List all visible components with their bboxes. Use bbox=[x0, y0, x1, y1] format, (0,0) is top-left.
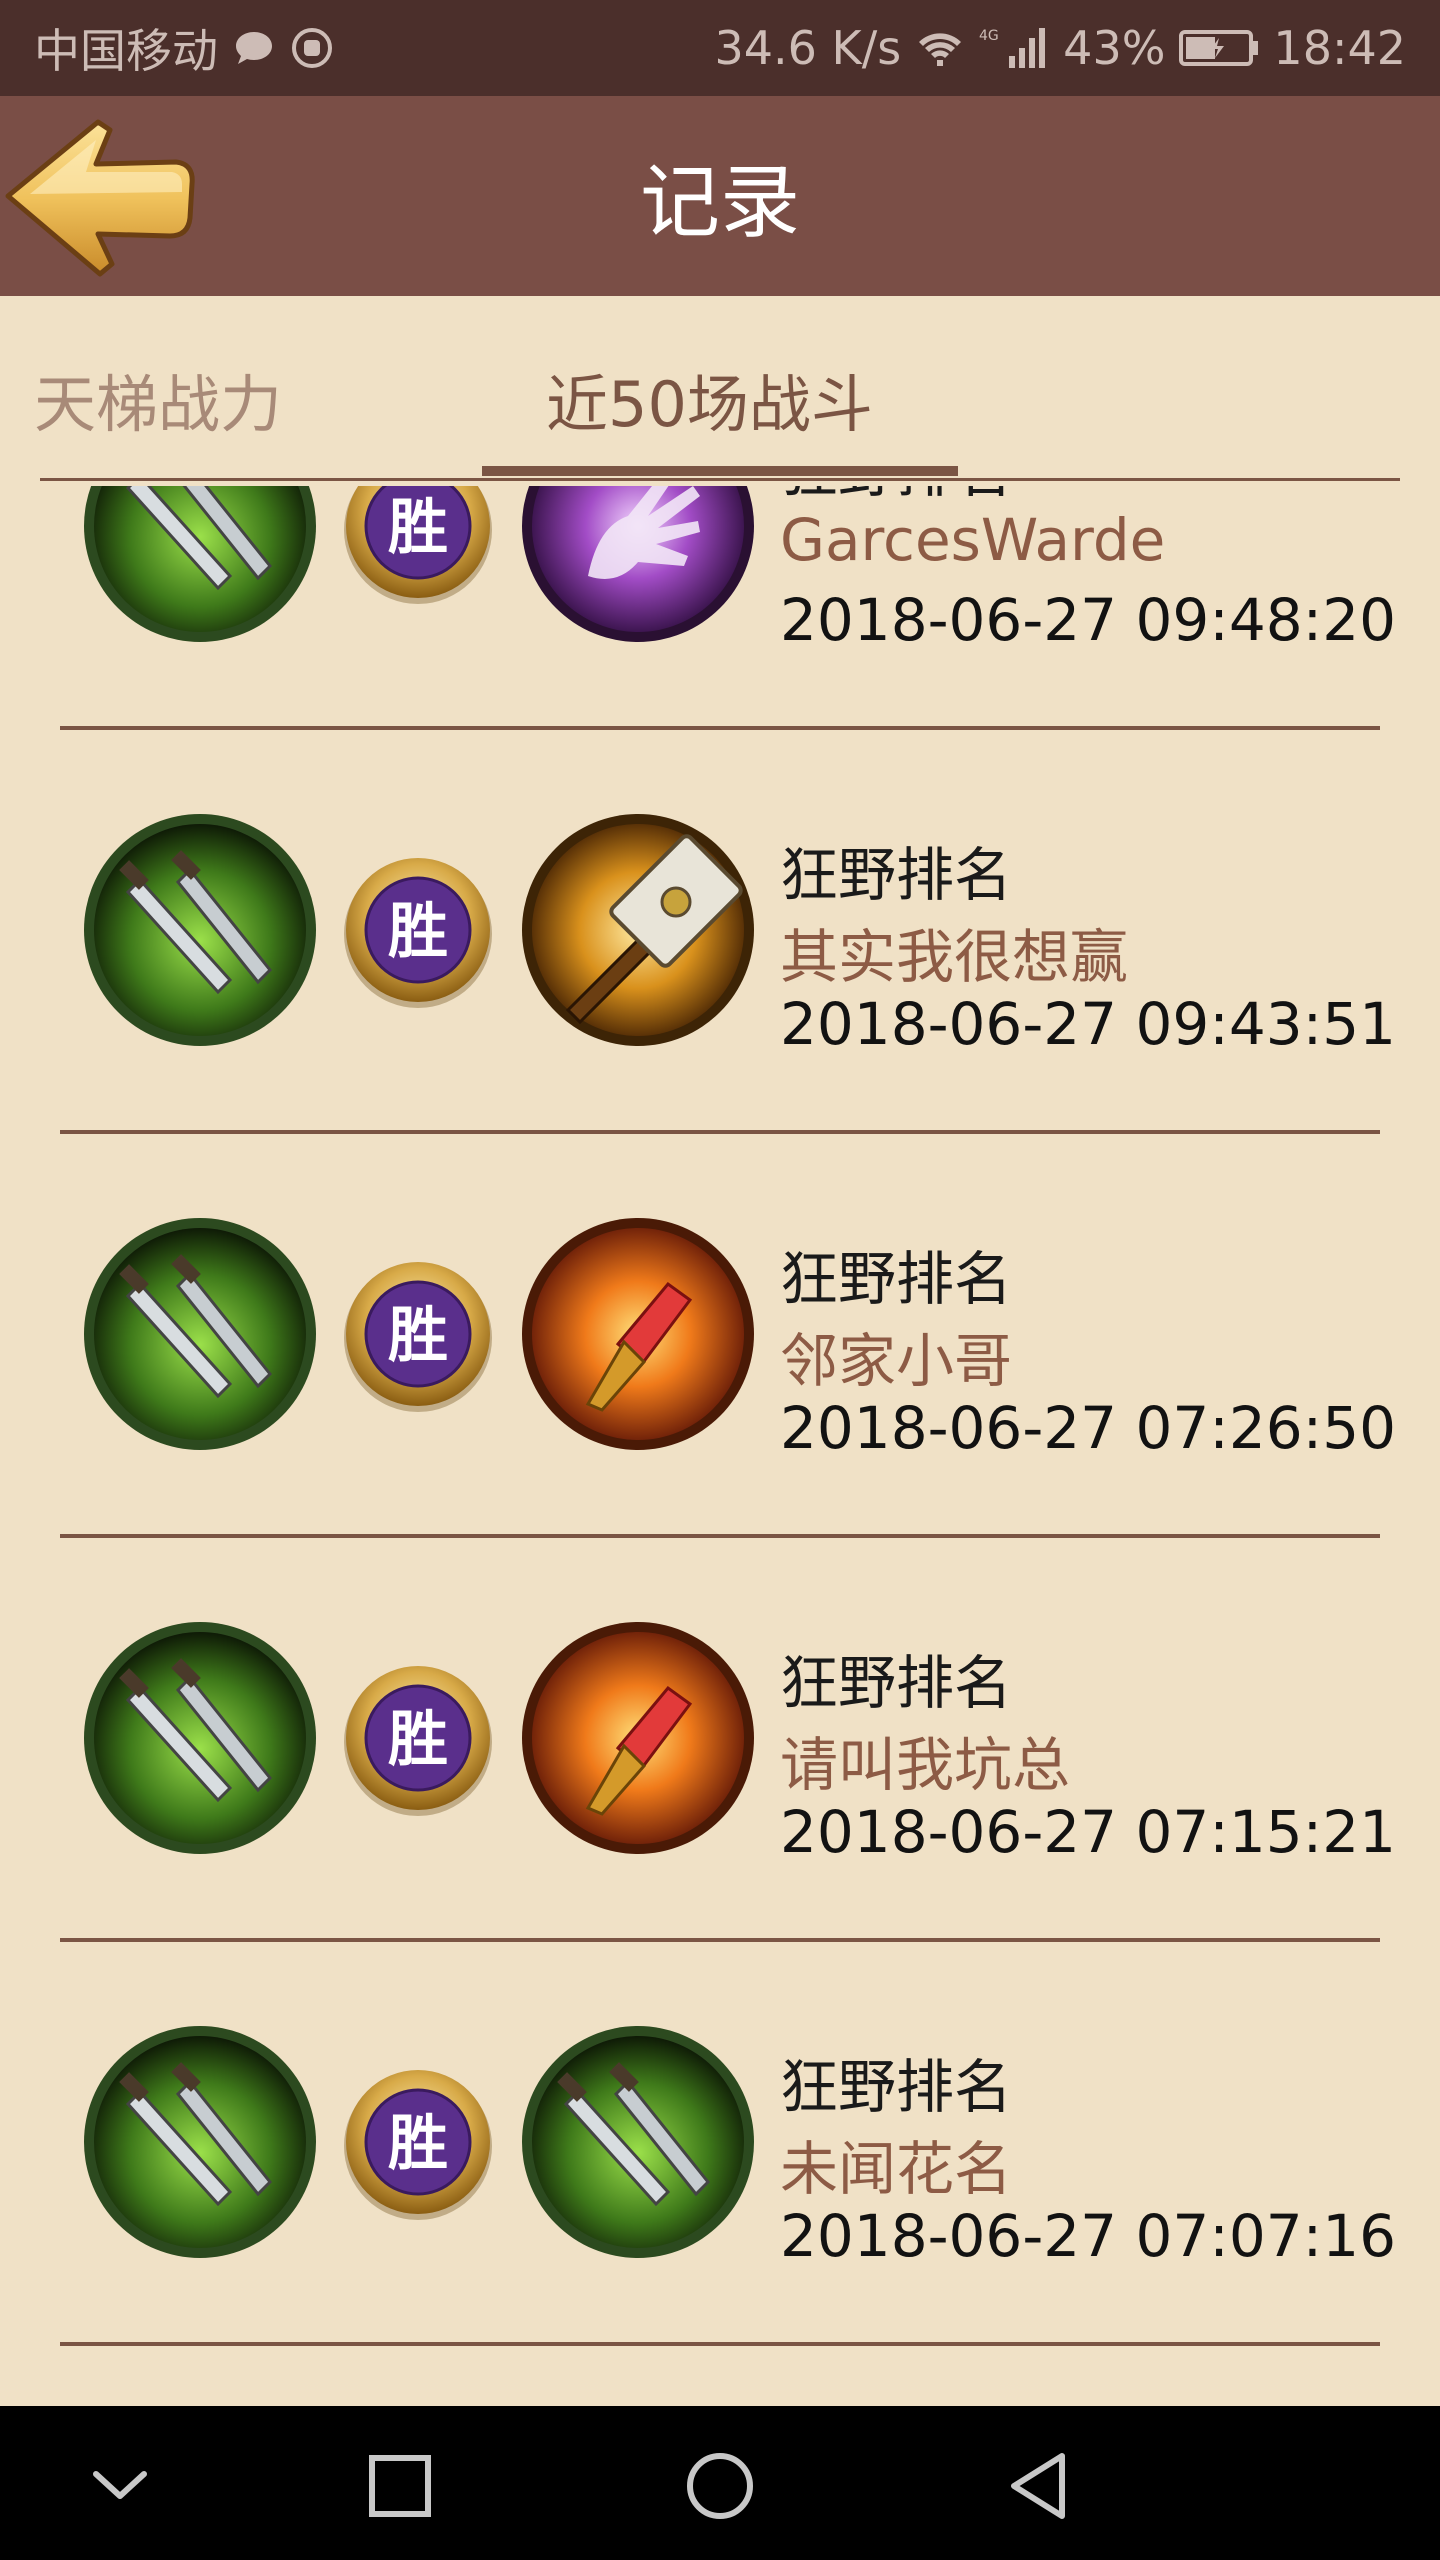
battle-time: 2018-06-27 07:26:50 bbox=[780, 1394, 1396, 1462]
list-item[interactable]: 胜 狂野排名 邻家小哥 2018-06-27 07:26:50 bbox=[0, 1132, 1440, 1538]
hand-icon bbox=[290, 26, 334, 70]
blades-icon bbox=[80, 1214, 320, 1454]
nav-home-icon[interactable] bbox=[680, 2446, 760, 2526]
result-label: 胜 bbox=[388, 1301, 448, 1371]
game-mode: 狂野排名 bbox=[780, 486, 1012, 508]
opponent-name: 其实我很想赢 bbox=[780, 923, 1129, 991]
hammer-icon bbox=[518, 810, 758, 1050]
win-badge: 胜 bbox=[340, 854, 496, 1010]
opponent-name: 未闻花名 bbox=[780, 2135, 1013, 2203]
signal-icon: 4G bbox=[979, 26, 1049, 70]
blades-icon bbox=[80, 1618, 320, 1858]
opponent-name: 请叫我坑总 bbox=[780, 1731, 1071, 1799]
fire-crystal-icon bbox=[518, 1618, 758, 1858]
clock: 18:42 bbox=[1273, 21, 1406, 75]
blades-icon bbox=[80, 810, 320, 1050]
blades-icon bbox=[518, 2022, 758, 2262]
system-nav-bar bbox=[0, 2406, 1440, 2560]
network-speed: 34.6 K/s bbox=[714, 21, 902, 75]
list-item[interactable]: 胜 狂野排名 其实我很想赢 2018-06-27 09:43:51 bbox=[0, 728, 1440, 1134]
battle-time: 2018-06-27 07:15:21 bbox=[780, 1798, 1396, 1866]
nav-down-icon[interactable] bbox=[80, 2446, 160, 2526]
nav-back-icon[interactable] bbox=[1000, 2446, 1080, 2526]
blades-icon bbox=[80, 2022, 320, 2262]
active-tab-indicator bbox=[482, 466, 958, 476]
carrier-label: 中国移动 bbox=[34, 24, 218, 78]
tabs-divider bbox=[40, 478, 1400, 481]
list-item[interactable]: 胜 狂野排名 请叫我坑总 2018-06-27 07:15:21 bbox=[0, 1536, 1440, 1942]
game-mode: 狂野排名 bbox=[780, 1649, 1013, 1717]
network-type-label: 4G bbox=[979, 28, 999, 44]
result-label: 胜 bbox=[388, 2109, 448, 2179]
battle-time: 2018-06-27 07:07:16 bbox=[780, 2202, 1396, 2270]
opponent-name: GarcesWarde bbox=[780, 506, 1166, 574]
tab-ladder-power[interactable]: 天梯战力 bbox=[34, 354, 282, 444]
status-bar: 中国移动 34.6 K/s 4G 43% 18:42 bbox=[0, 0, 1440, 96]
battle-time: 2018-06-27 09:48:20 bbox=[780, 586, 1396, 654]
fire-crystal-icon bbox=[518, 1214, 758, 1454]
page-title: 记录 bbox=[640, 156, 800, 249]
opponent-name: 邻家小哥 bbox=[780, 1327, 1013, 1395]
game-mode: 狂野排名 bbox=[780, 2053, 1013, 2121]
blades-icon bbox=[80, 486, 320, 646]
win-badge: 胜 bbox=[340, 486, 496, 606]
battery-percent: 43% bbox=[1063, 21, 1166, 75]
win-badge: 胜 bbox=[340, 1258, 496, 1414]
tab-bar: 天梯战力 近50场战斗 bbox=[0, 296, 1440, 484]
wifi-icon bbox=[915, 28, 965, 68]
game-mode: 狂野排名 bbox=[780, 841, 1013, 909]
result-label: 胜 bbox=[388, 897, 448, 967]
title-bar: 记录 bbox=[0, 96, 1440, 296]
battle-time: 2018-06-27 09:43:51 bbox=[780, 990, 1396, 1058]
list-item[interactable]: 胜 狂野排名 未闻花名 2018-06-27 07:07:16 bbox=[0, 1940, 1440, 2346]
nav-recents-icon[interactable] bbox=[360, 2446, 440, 2526]
win-badge: 胜 bbox=[340, 2066, 496, 2222]
list-item[interactable]: 胜 狂野排名 GarcesWarde 2018-06-27 09:48:20 bbox=[0, 486, 1440, 730]
result-label: 胜 bbox=[388, 493, 448, 563]
result-label: 胜 bbox=[388, 1705, 448, 1775]
win-badge: 胜 bbox=[340, 1662, 496, 1818]
tab-recent-battles[interactable]: 近50场战斗 bbox=[546, 354, 873, 444]
game-mode: 狂野排名 bbox=[780, 1245, 1013, 1313]
battery-icon bbox=[1179, 28, 1259, 68]
message-icon bbox=[232, 28, 276, 68]
hand-icon bbox=[518, 486, 758, 646]
battle-record-list[interactable]: 胜 狂野排名 GarcesWarde 2018-06-27 09:48:20 bbox=[0, 486, 1440, 2406]
row-divider bbox=[60, 2342, 1380, 2346]
